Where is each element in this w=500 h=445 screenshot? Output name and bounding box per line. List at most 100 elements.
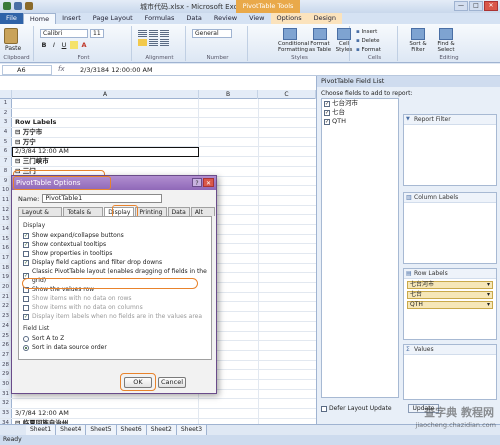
- font-color-icon[interactable]: A: [80, 41, 88, 49]
- checkbox-checked-icon[interactable]: ✓: [324, 109, 330, 116]
- table-row[interactable]: 7 ⊟ 三门峡市: [0, 157, 316, 167]
- font-name-select[interactable]: Calibri: [40, 29, 88, 38]
- tab-insert[interactable]: Insert: [56, 13, 87, 24]
- row-number[interactable]: 5: [0, 137, 12, 147]
- radio-icon[interactable]: [23, 335, 29, 342]
- row-field-chip[interactable]: 七台河市: [407, 281, 493, 289]
- cell-text[interactable]: ⊟ 万宁市: [15, 128, 42, 137]
- checkbox-checked-icon[interactable]: ✓: [23, 241, 29, 248]
- table-row[interactable]: 32: [0, 399, 316, 409]
- sheet-tab[interactable]: Sheet2: [146, 425, 177, 435]
- name-box[interactable]: A6: [2, 65, 52, 75]
- tab-design[interactable]: Design: [307, 13, 343, 24]
- row-number[interactable]: 4: [0, 128, 12, 137]
- align-left-icon[interactable]: [138, 39, 147, 46]
- tab-view[interactable]: View: [243, 13, 270, 24]
- row-number[interactable]: 33: [0, 409, 12, 418]
- display-option[interactable]: ✓ Display field captions and filter drop …: [23, 258, 207, 267]
- tab-data[interactable]: Data: [180, 13, 208, 24]
- delete-cells-button[interactable]: Delete: [356, 37, 381, 46]
- excel-icon[interactable]: [3, 2, 11, 10]
- row-number[interactable]: 7: [0, 157, 12, 166]
- fill-color-icon[interactable]: [70, 41, 78, 49]
- pivottable-name-input[interactable]: PivotTable1: [42, 194, 163, 203]
- ok-button[interactable]: OK: [124, 377, 152, 388]
- bold-icon[interactable]: B: [40, 41, 48, 49]
- field-item[interactable]: ✓ 七台: [322, 108, 398, 117]
- checkbox-icon[interactable]: [23, 295, 29, 302]
- tab-totals-filters[interactable]: Totals & Filters: [63, 207, 104, 223]
- align-right-icon[interactable]: [160, 39, 169, 46]
- tab-alt-text[interactable]: Alt Text: [190, 207, 215, 223]
- checkbox-checked-icon[interactable]: ✓: [23, 259, 29, 266]
- defer-checkbox[interactable]: [321, 405, 327, 412]
- radio-selected-icon[interactable]: [23, 344, 29, 351]
- row-field-chip[interactable]: QTH: [407, 301, 493, 309]
- maximize-button[interactable]: □: [469, 1, 483, 11]
- sheet-tab[interactable]: Sheet4: [56, 425, 87, 435]
- italic-icon[interactable]: I: [50, 41, 58, 49]
- display-option[interactable]: ✓ Show expand/collapse buttons: [23, 231, 207, 240]
- number-format-select[interactable]: General: [192, 29, 232, 38]
- sort-filter-button[interactable]: Sort & Filter: [406, 28, 430, 53]
- row-labels-zone[interactable]: Row Labels 七台河市 七台 QTH: [403, 268, 497, 340]
- table-row[interactable]: 4 ⊟ 万宁市: [0, 128, 316, 138]
- align-top-icon[interactable]: [138, 30, 147, 37]
- field-item[interactable]: ✓ 七台河市: [322, 99, 398, 108]
- tab-layout-format[interactable]: Layout & Format: [18, 207, 63, 223]
- display-option[interactable]: Show items with no data on rows: [23, 294, 207, 303]
- tab-review[interactable]: Review: [208, 13, 243, 24]
- find-select-button[interactable]: Find & Select: [434, 28, 458, 53]
- tab-page-layout[interactable]: Page Layout: [87, 13, 139, 24]
- fx-icon[interactable]: fx: [58, 65, 65, 73]
- paste-icon[interactable]: [4, 28, 18, 44]
- table-row[interactable]: 5 ⊟ 万宁: [0, 137, 316, 148]
- table-row[interactable]: 2: [0, 108, 316, 119]
- cell-text[interactable]: ⊟ 万宁: [15, 138, 36, 147]
- sort-a-to-z-option[interactable]: Sort A to Z: [23, 334, 207, 343]
- format-as-table-button[interactable]: Format as Table: [308, 28, 332, 53]
- tab-formulas[interactable]: Formulas: [139, 13, 181, 24]
- tab-data[interactable]: Data: [167, 207, 190, 216]
- cell-text[interactable]: Row Labels: [15, 118, 56, 127]
- selected-cell[interactable]: [12, 147, 199, 158]
- checkbox-icon[interactable]: [23, 304, 29, 311]
- dialog-close-icon[interactable]: ✕: [203, 178, 214, 187]
- tab-home[interactable]: Home: [22, 13, 57, 24]
- table-row[interactable]: 1: [0, 99, 316, 109]
- display-option[interactable]: ✓ Show contextual tooltips: [23, 240, 207, 249]
- checkbox-icon[interactable]: [23, 250, 29, 257]
- tab-options[interactable]: Options: [270, 13, 308, 24]
- checkbox-checked-icon[interactable]: ✓: [23, 232, 29, 239]
- checkbox-checked-icon[interactable]: ✓: [324, 100, 330, 107]
- row-number[interactable]: 6: [0, 147, 12, 157]
- underline-icon[interactable]: U: [60, 41, 68, 49]
- cancel-button[interactable]: Cancel: [158, 377, 186, 388]
- table-row[interactable]: 3 Row Labels: [0, 118, 316, 129]
- paste-button[interactable]: Paste: [5, 45, 21, 52]
- help-icon[interactable]: ?: [192, 178, 202, 187]
- insert-cells-button[interactable]: Insert: [356, 28, 381, 37]
- row-field-chip[interactable]: 七台: [407, 291, 493, 299]
- column-header-b[interactable]: B: [199, 90, 258, 99]
- conditional-formatting-button[interactable]: Conditional Formatting: [278, 28, 309, 53]
- tab-file[interactable]: File: [0, 13, 23, 24]
- row-number[interactable]: 2: [0, 108, 12, 118]
- display-option[interactable]: Show items with no data on columns: [23, 303, 207, 312]
- values-zone[interactable]: Values: [403, 344, 497, 400]
- column-header-c[interactable]: C: [258, 90, 316, 99]
- align-bottom-icon[interactable]: [160, 30, 169, 37]
- tab-printing[interactable]: Printing: [135, 207, 167, 216]
- table-row[interactable]: 33 3/7/84 12:00 AM: [0, 409, 316, 419]
- field-item[interactable]: ✓ QTH: [322, 117, 398, 126]
- sheet-tab[interactable]: Sheet5: [86, 425, 117, 435]
- column-labels-zone[interactable]: Column Labels: [403, 192, 497, 264]
- font-size-select[interactable]: 11: [90, 29, 104, 38]
- format-cells-button[interactable]: Format: [356, 46, 380, 55]
- display-option[interactable]: Show properties in tooltips: [23, 249, 207, 258]
- column-header-a[interactable]: A: [12, 90, 199, 99]
- table-row[interactable]: 6 2/3/84 12:00 AM: [0, 147, 316, 158]
- cell-text[interactable]: ⊟ 三门峡市: [15, 157, 49, 166]
- row-number[interactable]: 1: [0, 99, 12, 108]
- row-number[interactable]: 32: [0, 399, 12, 408]
